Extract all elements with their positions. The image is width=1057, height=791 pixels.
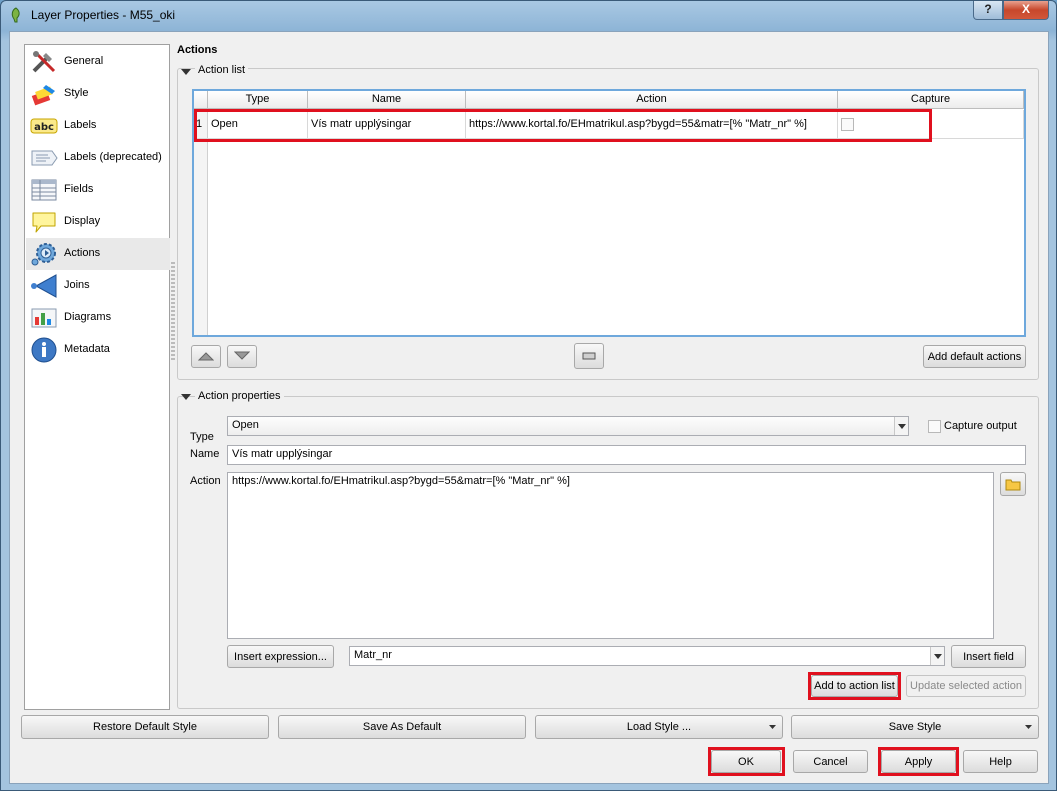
chevron-down-icon[interactable] (930, 647, 944, 665)
add-to-action-list-button[interactable]: Add to action list (811, 675, 898, 697)
diagrams-chart-icon (31, 308, 57, 328)
joins-arrow-icon (31, 274, 57, 298)
sidebar-item-actions[interactable]: Actions (26, 238, 170, 270)
sidebar-item-label: Style (64, 87, 89, 99)
folder-icon (1005, 479, 1021, 491)
sidebar-item-label: Display (64, 215, 101, 227)
actions-gear-icon (31, 243, 56, 266)
display-bubble-icon (32, 212, 56, 233)
metadata-info-icon (31, 337, 57, 363)
column-header-name[interactable]: Name (308, 91, 466, 109)
load-style-label: Load Style ... (626, 721, 692, 733)
column-header-type[interactable]: Type (208, 91, 308, 109)
cell-name[interactable]: Vís matr upplýsingar (308, 110, 466, 139)
sidebar-item-labels-deprecated[interactable]: Labels (deprecated) (26, 142, 170, 174)
save-style-button[interactable]: Save Style (791, 715, 1039, 739)
cancel-button[interactable]: Cancel (793, 750, 868, 773)
capture-checkbox[interactable] (841, 117, 854, 131)
sidebar-item-label: Fields (64, 183, 94, 195)
capture-output-label: Capture output (944, 420, 1017, 432)
remove-action-button[interactable] (574, 343, 604, 369)
sidebar-item-label: Actions (64, 247, 101, 259)
browse-file-button[interactable] (1000, 472, 1026, 496)
style-brush-icon (31, 85, 55, 106)
sidebar-splitter-handle[interactable] (171, 262, 175, 362)
field-combobox[interactable]: Matr_nr (349, 646, 945, 666)
properties-sidebar: General Style abc Labels Labels (depreca… (24, 44, 170, 710)
sidebar-item-label: Diagrams (64, 311, 112, 323)
column-header-capture[interactable]: Capture (838, 91, 1024, 109)
column-header-action[interactable]: Action (466, 91, 838, 109)
collapse-triangle-icon[interactable] (181, 394, 191, 400)
name-input[interactable]: Vís matr upplýsingar (227, 445, 1026, 465)
sidebar-item-joins[interactable]: Joins (26, 270, 170, 302)
update-selected-action-button[interactable]: Update selected action (906, 675, 1026, 697)
title-bar[interactable]: Layer Properties - M55_oki ? X (1, 1, 1056, 29)
chevron-down-icon (769, 725, 776, 729)
action-textarea[interactable]: https://www.kortal.fo/EHmatrikul.asp?byg… (227, 472, 994, 639)
qgis-app-icon (11, 7, 20, 23)
help-button[interactable]: Help (963, 750, 1038, 773)
sidebar-item-label: General (64, 55, 104, 67)
actions-section-title: Actions (177, 44, 218, 56)
move-down-button[interactable] (227, 345, 257, 368)
save-as-default-button[interactable]: Save As Default (278, 715, 526, 739)
type-combobox[interactable]: Open (227, 416, 909, 436)
move-up-button[interactable] (191, 345, 221, 368)
sidebar-item-label: Metadata (64, 343, 110, 355)
cell-action[interactable]: https://www.kortal.fo/EHmatrikul.asp?byg… (466, 110, 838, 139)
sidebar-item-label: Joins (64, 279, 90, 291)
save-style-label: Save Style (888, 721, 942, 733)
restore-default-style-button[interactable]: Restore Default Style (21, 715, 269, 739)
title-close-button[interactable]: X (1003, 1, 1049, 20)
sidebar-item-label: Labels (64, 119, 97, 131)
sidebar-item-diagrams[interactable]: Diagrams (26, 302, 170, 334)
sidebar-item-metadata[interactable]: Metadata (26, 334, 170, 366)
cell-capture[interactable] (838, 110, 1024, 139)
action-label: Action (190, 475, 221, 487)
load-style-button[interactable]: Load Style ... (535, 715, 783, 739)
type-combobox-value: Open (232, 419, 259, 431)
arrow-down-icon (233, 351, 251, 360)
row-header-strip (194, 109, 208, 335)
sidebar-item-fields[interactable]: Fields (26, 174, 170, 206)
fields-table-icon (31, 179, 57, 201)
dialog-client-area: General Style abc Labels Labels (depreca… (9, 31, 1049, 784)
remove-minus-icon (582, 352, 596, 360)
type-label: Type (190, 431, 214, 443)
capture-output-checkbox[interactable] (928, 420, 941, 433)
sidebar-item-style[interactable]: Style (26, 78, 170, 110)
sidebar-item-general[interactable]: General (26, 46, 170, 78)
sidebar-item-label: Labels (deprecated) (64, 151, 162, 163)
sidebar-item-display[interactable]: Display (26, 206, 170, 238)
labels-deprecated-icon (31, 150, 58, 166)
svg-text:abc: abc (34, 122, 54, 133)
window-title: Layer Properties - M55_oki (31, 8, 176, 22)
chevron-down-icon (1025, 725, 1032, 729)
sidebar-item-labels[interactable]: abc Labels (26, 110, 170, 142)
labels-abc-icon: abc (30, 118, 58, 134)
action-properties-title: Action properties (195, 390, 284, 402)
table-corner (194, 91, 208, 109)
general-tools-icon (32, 51, 56, 73)
chevron-down-icon[interactable] (894, 417, 908, 435)
cell-type[interactable]: Open (208, 110, 308, 139)
add-default-actions-button[interactable]: Add default actions (923, 345, 1026, 368)
field-combobox-value: Matr_nr (354, 649, 392, 661)
row-index: 1 (194, 110, 208, 139)
action-list-title: Action list (195, 64, 249, 76)
collapse-triangle-icon[interactable] (181, 69, 191, 75)
title-help-button[interactable]: ? (973, 1, 1003, 20)
insert-field-button[interactable]: Insert field (951, 645, 1026, 668)
apply-button[interactable]: Apply (881, 750, 956, 773)
layer-properties-window: Layer Properties - M55_oki ? X General S… (0, 0, 1057, 791)
insert-expression-button[interactable]: Insert expression... (227, 645, 334, 668)
arrow-up-icon (197, 352, 215, 361)
action-list-table[interactable]: Type Name Action Capture 1 Open Vís matr… (192, 89, 1026, 337)
name-label: Name (190, 448, 220, 460)
ok-button[interactable]: OK (711, 750, 781, 773)
